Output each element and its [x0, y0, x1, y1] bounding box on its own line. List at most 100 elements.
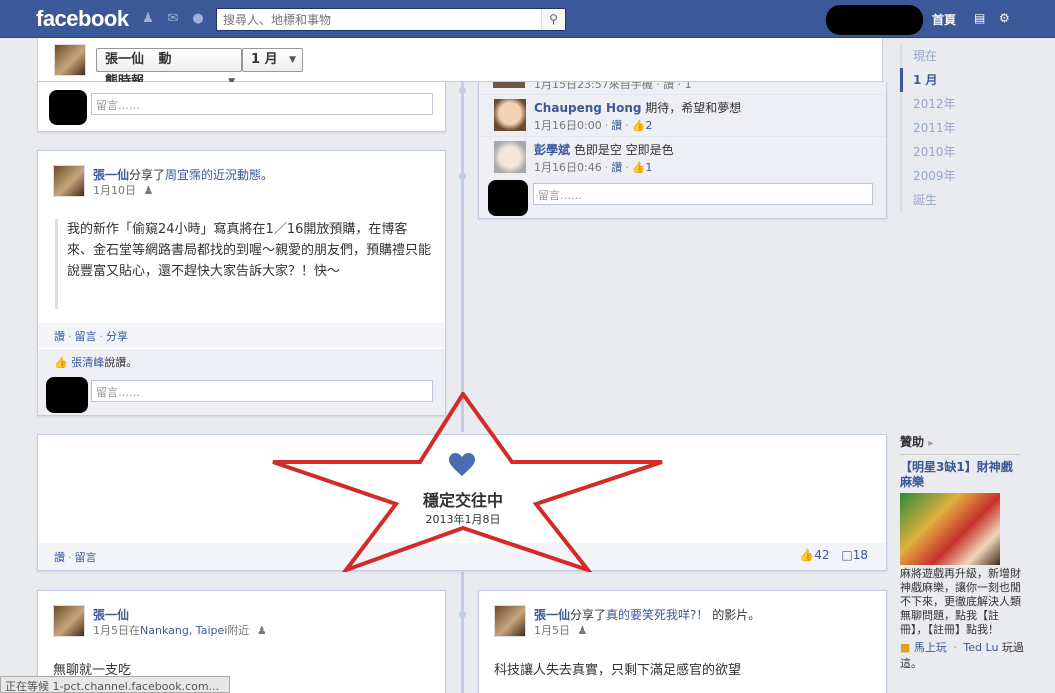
ad-image[interactable] [900, 493, 1000, 565]
comment-like-count[interactable]: 1 [645, 161, 652, 174]
name-view-selector[interactable]: 張一仙 動態時報 ▼ [96, 48, 242, 89]
post-card-partial: 留言…… [37, 82, 446, 132]
comment-like-link[interactable]: 讚 [611, 161, 622, 174]
post-header: 張一仙分享了真的要笑死我咩?！ 的影片。 [534, 606, 760, 623]
scrubber-2011[interactable]: 2011年 [900, 116, 960, 140]
sponsored-heading: 贊助 ▸ [900, 433, 1020, 455]
thumbs-up-icon: 👍 [631, 161, 646, 174]
month-label: 1 月 [251, 52, 278, 67]
game-icon: ■ [900, 641, 911, 654]
friend-name[interactable]: Ted Lu [963, 641, 998, 654]
life-event-date[interactable]: 2013年1月8日 [38, 511, 888, 527]
author-avatar[interactable] [494, 605, 526, 637]
audience-friends-icon[interactable]: ♟ [578, 624, 588, 637]
thumbs-up-icon: 👍 [799, 548, 815, 562]
heart-icon [449, 453, 475, 479]
like-link[interactable]: 讚 [54, 330, 65, 343]
scrubber-2012[interactable]: 2012年 [900, 92, 960, 116]
audience-friends-icon[interactable]: ♟ [257, 624, 267, 637]
comment-date[interactable]: 1月16日0:46 [534, 161, 602, 174]
search-box: ⚲ [216, 8, 566, 31]
share-text: 分享了 [570, 608, 607, 622]
thumbs-up-icon: 👍 [54, 356, 68, 369]
post-date[interactable]: 1月5日 [534, 624, 570, 637]
settings-gear-icon[interactable]: ⚙ [999, 11, 1010, 25]
comment-link[interactable]: 留言 [75, 551, 97, 564]
commenter-name[interactable]: Chaupeng Hong [534, 101, 641, 115]
timeline-dot [459, 611, 466, 618]
share-link[interactable]: 分享 [106, 330, 128, 343]
comment-date[interactable]: 1月16日0:00 [534, 119, 602, 132]
comment-count[interactable]: 18 [853, 548, 868, 562]
thumbs-up-icon: 👍 [631, 119, 646, 132]
near-text: 附近 [227, 624, 250, 637]
messages-icon[interactable]: ✉ [164, 11, 182, 27]
comment-meta: 1月16日0:00 · 讚 · 👍2 [534, 119, 653, 132]
scrubber-2010[interactable]: 2010年 [900, 140, 960, 164]
post-text: 科技讓人失去真實，只剩下滿足感官的欲望 [494, 663, 742, 678]
shared-link[interactable]: 周宜霈的近況動態 [165, 168, 261, 182]
life-event-title[interactable]: 穩定交往中 [38, 487, 888, 511]
comment-input[interactable]: 留言…… [91, 380, 433, 402]
scrubber-now[interactable]: 現在 [900, 44, 960, 68]
profile-link-redacted[interactable] [826, 5, 923, 35]
commenter-avatar[interactable] [494, 141, 526, 173]
sponsored-label: 贊助 [900, 435, 925, 449]
author-name[interactable]: 張一仙 [534, 608, 570, 622]
comment-link[interactable]: 留言 [75, 330, 97, 343]
author-name[interactable]: 張一仙 [93, 606, 129, 623]
post-meta: 1月5日 ♟ [534, 622, 587, 638]
comment-input[interactable]: 留言…… [533, 183, 873, 205]
location-link[interactable]: Nankang, Taipei [140, 624, 227, 637]
post-header: 張一仙分享了周宜霈的近況動態。 [93, 166, 273, 183]
home-link[interactable]: 首頁 [932, 11, 956, 28]
commenter-avatar[interactable] [494, 99, 526, 131]
comment-like-count[interactable]: 2 [645, 119, 652, 132]
audience-friends-icon[interactable]: ♟ [144, 184, 154, 197]
like-link[interactable]: 讚 [54, 551, 65, 564]
scrubber-2009[interactable]: 2009年 [900, 164, 960, 188]
scrubber-january[interactable]: 1 月 [900, 68, 960, 92]
ad-title[interactable]: 【明星3缺1】財神戲麻樂 [900, 460, 1022, 490]
shared-status-post: 張一仙分享了周宜霈的近況動態。 1月10日 ♟ 我的新作「偷窺24小時」寫真將在… [37, 150, 446, 416]
timeline-spine [461, 572, 464, 693]
scrubber-born[interactable]: 誕生 [900, 188, 960, 212]
comment-body: Chaupeng Hong 期待，希望和夢想 [534, 99, 741, 116]
comment-text: 期待，希望和夢想 [645, 101, 742, 115]
search-icon[interactable]: ⚲ [541, 9, 565, 30]
comment-row: 留言…… [38, 375, 445, 415]
author-name[interactable]: 張一仙 [93, 168, 129, 182]
notifications-icon[interactable]: ● [189, 11, 207, 27]
comment-input[interactable]: 留言…… [91, 93, 433, 115]
top-bar: facebook ♟ ✉ ● ⚲ 首頁 ▤ ⚙ [0, 0, 1055, 38]
post-date[interactable]: 1月10日 [93, 184, 136, 197]
commenter-avatar-redacted [488, 180, 528, 216]
shared-link[interactable]: 真的要笑死我咩?！ [606, 608, 708, 622]
author-avatar[interactable] [53, 605, 85, 637]
suffix-text: 的影片。 [712, 608, 761, 622]
ad-social: ■ 馬上玩 · Ted Lu 玩過這。 [900, 641, 1024, 670]
comment-meta: 1月16日0:46 · 讚 · 👍1 [534, 161, 653, 174]
comment-bubble-icon: □ [841, 548, 853, 562]
post-actions: 讚 · 留言 · 分享 [38, 323, 445, 348]
liker-name[interactable]: 張清峰 [71, 356, 104, 369]
comment-body: 彭學斌 色即是空 空即是色 [534, 141, 674, 158]
comment-text: 色即是空 空即是色 [573, 143, 674, 157]
comment-like-link[interactable]: 讚 [611, 119, 622, 132]
privacy-shortcuts-icon[interactable]: ▤ [974, 11, 985, 25]
timeline-header-bar: 張一仙 動態時報 ▼ 1 月 ▼ [37, 38, 883, 89]
author-avatar[interactable] [53, 165, 85, 197]
ad-action-link[interactable]: 馬上玩 [914, 641, 947, 654]
month-selector[interactable]: 1 月 ▼ [242, 48, 303, 72]
like-count[interactable]: 42 [814, 548, 829, 562]
timeline-dot [459, 173, 466, 180]
timeline-dot [459, 87, 466, 94]
post-date[interactable]: 1月5日在 [93, 624, 140, 637]
facebook-logo[interactable]: facebook [36, 6, 129, 32]
profile-avatar[interactable] [54, 44, 86, 76]
sponsored-section: 贊助 ▸ 【明星3缺1】財神戲麻樂 麻將遊戲再升級，新增財神戲麻樂，讓你一刻也閒… [900, 433, 1025, 671]
search-input[interactable] [217, 9, 537, 30]
friend-requests-icon[interactable]: ♟ [139, 11, 157, 27]
life-event-card: 穩定交往中 2013年1月8日 讚 · 留言 👍42 □18 [37, 434, 887, 571]
commenter-name[interactable]: 彭學斌 [534, 143, 570, 157]
